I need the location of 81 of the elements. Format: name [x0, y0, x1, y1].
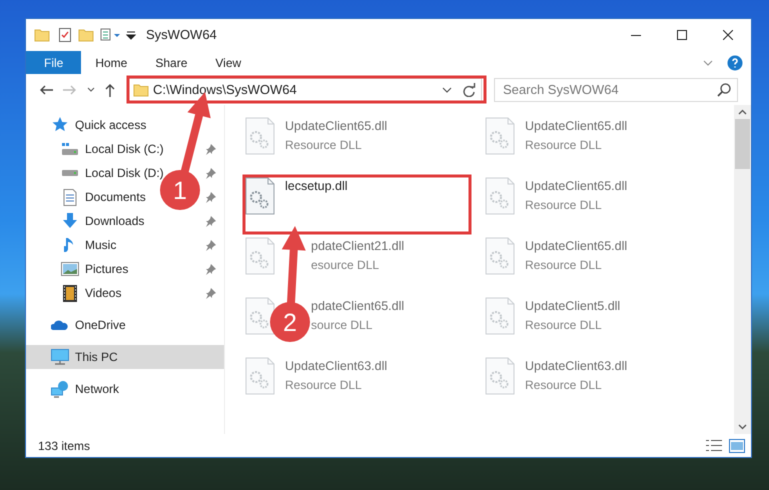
dll-file-icon: [245, 237, 275, 275]
search-icon[interactable]: [717, 82, 731, 96]
dll-file-icon: [245, 177, 275, 215]
help-icon[interactable]: [727, 54, 743, 70]
sidebar-item[interactable]: Videos: [85, 284, 122, 302]
dll-file-icon: [245, 297, 275, 335]
file-name[interactable]: UpdateClient5.dll: [525, 297, 620, 316]
picture-icon: [61, 262, 79, 276]
film-icon: [63, 284, 77, 302]
file-name[interactable]: pdateClient65.dll: [311, 297, 404, 316]
callout-number: 2: [283, 309, 297, 337]
chevron-icon: [87, 87, 95, 92]
file-name[interactable]: pdateClient21.dll: [311, 237, 404, 256]
search-field[interactable]: Search SysWOW64: [494, 78, 738, 102]
up-arrow-icon: [105, 82, 115, 96]
large-icons-view-icon[interactable]: [729, 438, 745, 452]
folder-icon: [133, 82, 149, 98]
file-name[interactable]: UpdateClient63.dll: [285, 357, 388, 376]
music-note-icon: [64, 236, 76, 254]
dll-file-icon: [485, 297, 515, 335]
scrollbar[interactable]: [734, 105, 751, 434]
sidebar-item[interactable]: Local Disk (C:): [85, 140, 164, 158]
cloud-icon: [51, 320, 69, 330]
expand-ribbon-icon[interactable]: [703, 60, 713, 66]
forward-arrow-icon: [63, 84, 77, 94]
file-type: Resource DLL: [525, 136, 603, 154]
file-type: Resource DLL: [525, 196, 603, 214]
ribbon-tab[interactable]: Share: [141, 51, 202, 74]
sidebar-item[interactable]: Documents: [85, 188, 146, 206]
sidebar-item[interactable]: OneDrive: [75, 316, 126, 334]
file-name[interactable]: UpdateClient65.dll: [285, 117, 388, 136]
file-menu-tab[interactable]: File: [26, 51, 82, 74]
document-icon: [63, 188, 77, 206]
details-view-icon[interactable]: [705, 440, 723, 451]
sidebar-item[interactable]: This PC: [75, 348, 118, 366]
close-icon: [723, 30, 733, 40]
dll-file-icon: [485, 117, 515, 155]
sidebar-item[interactable]: Quick access: [75, 116, 146, 134]
customize-toolbar-icon[interactable]: [126, 30, 136, 40]
file-type: Resource DLL: [285, 376, 363, 394]
maximize-icon: [677, 30, 687, 40]
file-type: source DLL: [311, 316, 374, 334]
download-arrow-icon: [62, 213, 78, 229]
drive-icon: [61, 142, 79, 156]
sidebar-item[interactable]: Network: [75, 380, 120, 398]
dll-file-icon: [245, 357, 275, 395]
dropdown-chevron-icon[interactable]: [442, 86, 452, 92]
dll-file-icon: [485, 237, 515, 275]
file-name[interactable]: UpdateClient65.dll: [525, 237, 628, 256]
monitor-icon: [51, 349, 69, 365]
ribbon-tab[interactable]: View: [201, 51, 256, 74]
file-type: Resource DLL: [525, 256, 603, 274]
file-name[interactable]: lecsetup.dll: [285, 177, 348, 196]
star-icon: [51, 116, 69, 134]
file-type: Resource DLL: [525, 316, 603, 334]
sidebar-item[interactable]: Local Disk (D:): [85, 164, 164, 182]
file-name[interactable]: UpdateClient63.dll: [525, 357, 628, 376]
minimize-icon: [631, 34, 641, 36]
callout-number: 1: [173, 177, 187, 205]
window-title: SysWOW64: [146, 26, 217, 44]
file-name[interactable]: UpdateClient65.dll: [525, 117, 628, 136]
dll-file-icon: [245, 117, 275, 155]
sidebar-item[interactable]: Downloads: [85, 212, 144, 230]
drive-icon: [61, 170, 79, 176]
ribbon-tab[interactable]: Home: [81, 51, 142, 74]
file-type: esource DLL: [311, 256, 380, 274]
file-type: Resource DLL: [525, 376, 603, 394]
address-path: C:\Windows\SysWOW64: [152, 80, 297, 99]
back-arrow-icon: [39, 84, 53, 94]
properties-icon[interactable]: [100, 27, 122, 43]
file-type: Resource DLL: [285, 136, 363, 154]
dll-file-icon: [485, 357, 515, 395]
dll-file-icon: [485, 177, 515, 215]
checklist-icon[interactable]: [58, 27, 72, 43]
sidebar-item[interactable]: Music: [85, 236, 116, 254]
item-count: 133 items: [38, 438, 90, 454]
refresh-icon[interactable]: [462, 82, 476, 96]
network-icon: [51, 380, 69, 398]
scroll-thumb[interactable]: [735, 119, 750, 169]
file-name[interactable]: UpdateClient65.dll: [525, 177, 628, 196]
sidebar-item[interactable]: Pictures: [85, 260, 128, 278]
